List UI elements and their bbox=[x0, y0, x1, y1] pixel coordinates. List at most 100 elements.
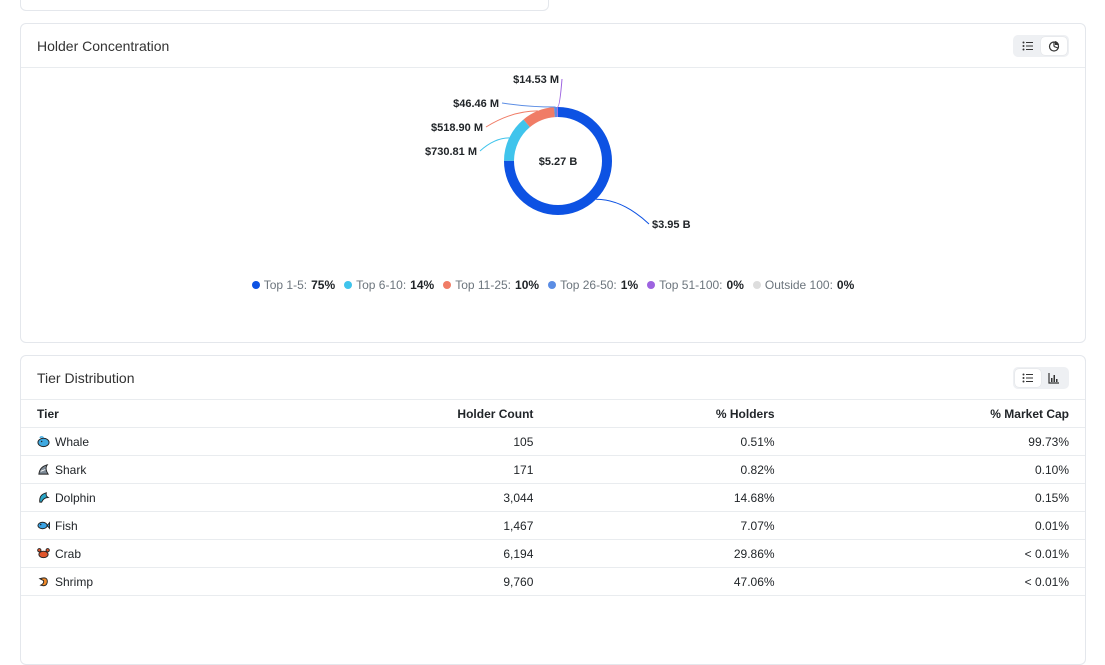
donut-slice-top-6-10[interactable] bbox=[509, 123, 527, 160]
leader-line bbox=[480, 138, 509, 151]
shrimp-icon bbox=[37, 575, 50, 588]
legend-item[interactable]: Top 26-50: 1% bbox=[548, 278, 638, 292]
tier-name: Fish bbox=[55, 519, 78, 533]
slice-value-label: $14.53 M bbox=[513, 74, 559, 86]
percent-market-cap-cell: 0.15% bbox=[791, 484, 1085, 512]
percent-holders-cell: 14.68% bbox=[549, 484, 790, 512]
dolphin-icon bbox=[37, 491, 50, 504]
tier-distribution-card: Tier Distribution Tier bbox=[20, 355, 1086, 665]
legend-dot bbox=[548, 281, 556, 289]
donut-center-label: $5.27 B bbox=[539, 156, 578, 168]
percent-market-cap-cell: 0.10% bbox=[791, 456, 1085, 484]
legend-value: 10% bbox=[515, 278, 539, 292]
legend-dot bbox=[443, 281, 451, 289]
legend-item[interactable]: Top 6-10: 14% bbox=[344, 278, 434, 292]
tier-cell-content: Whale bbox=[37, 435, 246, 449]
legend-value: 1% bbox=[621, 278, 638, 292]
legend-value: 14% bbox=[410, 278, 434, 292]
column-header-percent-market-cap[interactable]: % Market Cap bbox=[791, 400, 1085, 428]
card-header: Tier Distribution bbox=[21, 356, 1085, 400]
legend-value: 0% bbox=[837, 278, 854, 292]
tier-table: Tier Holder Count % Holders % Market Cap… bbox=[21, 400, 1085, 596]
leader-line bbox=[502, 103, 556, 107]
table-header-row: Tier Holder Count % Holders % Market Cap bbox=[21, 400, 1085, 428]
shark-icon bbox=[37, 463, 50, 476]
tier-cell: Fish bbox=[21, 512, 262, 540]
chart-view-button[interactable] bbox=[1041, 369, 1067, 387]
bar-chart-icon bbox=[1048, 372, 1060, 384]
tier-cell-content: Shrimp bbox=[37, 575, 246, 589]
tier-cell-content: Dolphin bbox=[37, 491, 246, 505]
percent-holders-cell: 7.07% bbox=[549, 512, 790, 540]
holder-count-cell: 171 bbox=[262, 456, 549, 484]
legend-dot bbox=[753, 281, 761, 289]
tier-cell: Shrimp bbox=[21, 568, 262, 596]
list-view-button[interactable] bbox=[1015, 369, 1041, 387]
tier-name: Shrimp bbox=[55, 575, 93, 589]
tier-cell: Shark bbox=[21, 456, 262, 484]
crab-icon bbox=[37, 547, 50, 560]
table-row[interactable]: Shrimp 9,76047.06%< 0.01% bbox=[21, 568, 1085, 596]
table-row[interactable]: Crab 6,19429.86%< 0.01% bbox=[21, 540, 1085, 568]
slice-value-label: $46.46 M bbox=[453, 98, 499, 110]
tier-cell: Whale bbox=[21, 428, 262, 456]
column-header-tier[interactable]: Tier bbox=[21, 400, 262, 428]
legend-value: 0% bbox=[727, 278, 744, 292]
tier-cell-content: Fish bbox=[37, 519, 246, 533]
tier-name: Whale bbox=[55, 435, 89, 449]
holder-count-cell: 105 bbox=[262, 428, 549, 456]
table-row[interactable]: Dolphin 3,04414.68%0.15% bbox=[21, 484, 1085, 512]
slice-value-label: $3.95 B bbox=[652, 219, 691, 231]
legend-label: Outside 100: bbox=[765, 278, 833, 292]
legend-dot bbox=[252, 281, 260, 289]
holder-count-cell: 1,467 bbox=[262, 512, 549, 540]
legend-label: Top 6-10: bbox=[356, 278, 406, 292]
legend-item[interactable]: Top 11-25: 10% bbox=[443, 278, 539, 292]
tier-cell: Crab bbox=[21, 540, 262, 568]
legend-item[interactable]: Top 51-100: 0% bbox=[647, 278, 744, 292]
holder-concentration-card: Holder Concentration $3.95 B$730.81 M$51… bbox=[20, 23, 1086, 343]
tier-cell: Dolphin bbox=[21, 484, 262, 512]
previous-card bbox=[20, 0, 549, 11]
legend-label: Top 11-25: bbox=[455, 278, 511, 292]
table-row[interactable]: Fish 1,4677.07%0.01% bbox=[21, 512, 1085, 540]
list-icon bbox=[1022, 372, 1034, 384]
legend-label: Top 1-5: bbox=[264, 278, 307, 292]
holder-count-cell: 9,760 bbox=[262, 568, 549, 596]
leader-line bbox=[596, 199, 649, 224]
holder-count-cell: 6,194 bbox=[262, 540, 549, 568]
whale-icon bbox=[37, 435, 50, 448]
slice-value-label: $730.81 M bbox=[425, 146, 477, 158]
column-header-holder-count[interactable]: Holder Count bbox=[262, 400, 549, 428]
legend-dot bbox=[344, 281, 352, 289]
percent-holders-cell: 29.86% bbox=[549, 540, 790, 568]
slice-value-label: $518.90 M bbox=[431, 122, 483, 134]
legend-label: Top 26-50: bbox=[560, 278, 617, 292]
tier-cell-content: Shark bbox=[37, 463, 246, 477]
view-toggle bbox=[1013, 367, 1069, 389]
percent-market-cap-cell: < 0.01% bbox=[791, 568, 1085, 596]
legend-dot bbox=[647, 281, 655, 289]
percent-market-cap-cell: 99.73% bbox=[791, 428, 1085, 456]
percent-holders-cell: 47.06% bbox=[549, 568, 790, 596]
legend-item[interactable]: Outside 100: 0% bbox=[753, 278, 854, 292]
percent-holders-cell: 0.51% bbox=[549, 428, 790, 456]
percent-market-cap-cell: < 0.01% bbox=[791, 540, 1085, 568]
holder-donut-chart: $3.95 B $730.81 M $518.90 M $46.46 M $14.53 … bbox=[21, 24, 1087, 274]
legend-item[interactable]: Top 1-5: 75% bbox=[252, 278, 335, 292]
tier-name: Dolphin bbox=[55, 491, 96, 505]
table-row[interactable]: Shark1710.82%0.10% bbox=[21, 456, 1085, 484]
tier-name: Shark bbox=[55, 463, 86, 477]
legend-value: 75% bbox=[311, 278, 335, 292]
table-row[interactable]: Whale 1050.51%99.73% bbox=[21, 428, 1085, 456]
column-header-percent-holders[interactable]: % Holders bbox=[549, 400, 790, 428]
fish-icon bbox=[37, 519, 50, 532]
tier-name: Crab bbox=[55, 547, 81, 561]
holder-count-cell: 3,044 bbox=[262, 484, 549, 512]
tier-cell-content: Crab bbox=[37, 547, 246, 561]
donut-slice-top-11-25[interactable] bbox=[527, 112, 555, 123]
percent-market-cap-cell: 0.01% bbox=[791, 512, 1085, 540]
legend-label: Top 51-100: bbox=[659, 278, 722, 292]
chart-legend: Top 1-5:75%Top 6-10:14%Top 11-25:10%Top … bbox=[21, 278, 1085, 292]
card-title: Tier Distribution bbox=[37, 370, 135, 386]
